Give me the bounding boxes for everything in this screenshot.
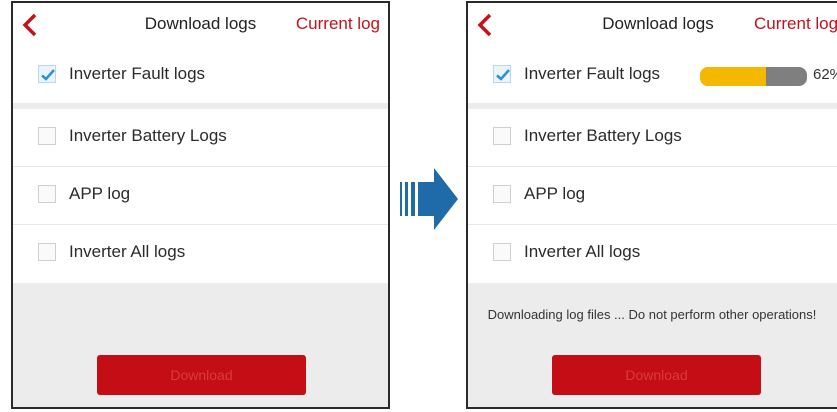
list-item-inverter-fault-logs[interactable]: Inverter Fault logs 62% — [468, 47, 837, 103]
checkbox-checked[interactable] — [493, 65, 511, 83]
checkbox[interactable] — [38, 127, 56, 145]
download-button[interactable]: Download — [97, 355, 306, 395]
current-log-link[interactable]: Current log — [754, 14, 837, 34]
progress-percent: 62% — [813, 66, 837, 83]
list-item-label: Inverter All logs — [524, 242, 641, 261]
checkbox[interactable] — [493, 243, 511, 261]
screen-after: Download logs Current log Inverter Fault… — [466, 1, 837, 409]
list-item-inverter-battery-logs[interactable]: Inverter Battery Logs — [13, 109, 388, 167]
list-item-inverter-all-logs[interactable]: Inverter All logs — [468, 225, 837, 283]
checkbox[interactable] — [38, 243, 56, 261]
download-progress-bar — [700, 67, 807, 86]
list-item-label: Inverter Battery Logs — [524, 126, 682, 145]
download-button[interactable]: Download — [552, 355, 761, 395]
log-list: Inverter Fault logs Inverter Battery Log… — [13, 47, 388, 283]
list-item-label: Inverter All logs — [69, 242, 186, 261]
log-list: Inverter Fault logs 62% Inverter Battery… — [468, 47, 837, 283]
download-status-message: Downloading log files ... Do not perform… — [487, 307, 817, 322]
checkmark-icon — [41, 69, 55, 81]
list-item-inverter-all-logs[interactable]: Inverter All logs — [13, 225, 388, 283]
checkbox[interactable] — [493, 127, 511, 145]
right-arrow-icon — [400, 168, 458, 230]
checkbox-checked[interactable] — [38, 65, 56, 83]
list-item-app-log[interactable]: APP log — [468, 167, 837, 225]
checkbox[interactable] — [493, 185, 511, 203]
list-item-label: APP log — [524, 184, 586, 203]
checkbox[interactable] — [38, 185, 56, 203]
list-item-label: Inverter Fault logs — [524, 64, 661, 83]
list-item-inverter-fault-logs[interactable]: Inverter Fault logs — [13, 47, 388, 103]
header: Download logs Current log — [468, 3, 837, 47]
list-item-label: APP log — [69, 184, 131, 203]
back-icon[interactable] — [476, 13, 496, 37]
current-log-link[interactable]: Current log — [296, 14, 380, 34]
list-item-label: Inverter Fault logs — [69, 64, 206, 83]
list-item-label: Inverter Battery Logs — [69, 126, 227, 145]
list-item-inverter-battery-logs[interactable]: Inverter Battery Logs — [468, 109, 837, 167]
list-item-app-log[interactable]: APP log — [13, 167, 388, 225]
screen-before: Download logs Current log Inverter Fault… — [11, 1, 390, 409]
header: Download logs Current log — [13, 3, 388, 47]
checkmark-icon — [496, 69, 510, 81]
progress-fill — [700, 67, 767, 86]
